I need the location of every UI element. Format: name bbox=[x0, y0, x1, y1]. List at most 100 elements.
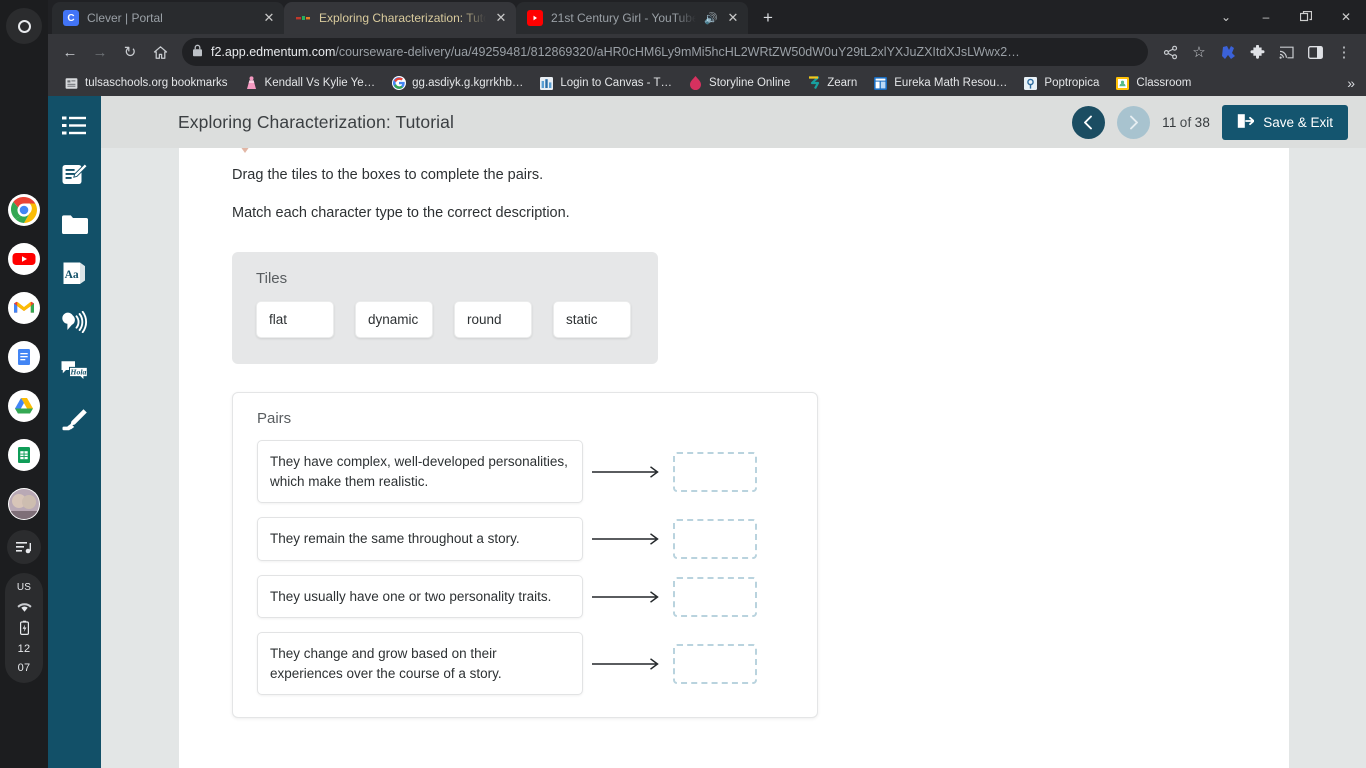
lesson-navigation: 11 of 38 Save & Exit bbox=[1072, 104, 1348, 140]
save-and-exit-label: Save & Exit bbox=[1263, 114, 1333, 130]
edmentum-tool-nav: Aa Hola bbox=[48, 96, 101, 768]
shelf-item-avatar[interactable] bbox=[8, 488, 40, 520]
tab-21st-century-girl-youtube[interactable]: 21st Century Girl - YouTube 🔊 ✕ bbox=[516, 2, 748, 34]
search-tabs-icon[interactable]: ⌄ bbox=[1206, 0, 1246, 34]
arrow-right-icon bbox=[583, 465, 673, 479]
bookmark-zearn[interactable]: Zearn bbox=[798, 73, 865, 94]
extension-icon[interactable] bbox=[1214, 38, 1242, 66]
current-page: 11 bbox=[1162, 114, 1177, 130]
address-bar[interactable]: f2.app.edmentum.com/courseware-delivery/… bbox=[182, 38, 1148, 66]
clock-hour: 12 bbox=[17, 643, 31, 655]
text-to-speech-icon[interactable] bbox=[61, 308, 89, 336]
avatar bbox=[9, 489, 39, 519]
bookmark-label: Zearn bbox=[827, 77, 858, 89]
shelf-item-youtube[interactable] bbox=[8, 243, 40, 275]
minimize-button[interactable]: – bbox=[1246, 0, 1286, 34]
status-tray[interactable]: US 12 07 bbox=[5, 573, 43, 683]
chevron-right-icon bbox=[1130, 115, 1139, 129]
tab-exploring-characterization[interactable]: Exploring Characterization: Tuto ✕ bbox=[284, 2, 516, 34]
bookmark-label: Storyline Online bbox=[709, 77, 791, 89]
translate-icon[interactable]: Hola bbox=[61, 357, 89, 385]
bookmark-star-icon[interactable]: ☆ bbox=[1185, 38, 1213, 66]
bookmark-label: Login to Canvas - T… bbox=[560, 77, 673, 89]
share-icon[interactable] bbox=[1156, 38, 1184, 66]
bookmark-label: Kendall Vs Kylie Ye… bbox=[264, 77, 376, 89]
page-counter: 11 of 38 bbox=[1162, 115, 1210, 130]
bookmark-classroom[interactable]: Classroom bbox=[1107, 73, 1199, 94]
shelf-item-chrome[interactable] bbox=[8, 194, 40, 226]
chrome-icon bbox=[11, 197, 37, 223]
pair-row: They remain the same throughout a story. bbox=[257, 517, 793, 561]
bookmark-eureka-math[interactable]: Eureka Math Resou… bbox=[865, 73, 1015, 94]
save-and-exit-button[interactable]: Save & Exit bbox=[1222, 104, 1348, 140]
tab-close-icon[interactable]: ✕ bbox=[262, 11, 276, 25]
previous-page-button[interactable] bbox=[1072, 105, 1106, 139]
media-controls-button[interactable] bbox=[7, 530, 41, 564]
flame-icon bbox=[688, 76, 703, 91]
home-button[interactable] bbox=[146, 38, 174, 66]
shelf-item-gmail[interactable] bbox=[8, 292, 40, 324]
notes-icon[interactable] bbox=[61, 161, 89, 189]
launcher-button[interactable] bbox=[6, 8, 42, 44]
bookmark-label: Eureka Math Resou… bbox=[894, 77, 1008, 89]
arrow-right-icon bbox=[583, 532, 673, 546]
outline-icon[interactable] bbox=[61, 112, 89, 140]
gmail-icon bbox=[9, 293, 39, 323]
tile-round[interactable]: round bbox=[454, 301, 532, 339]
tiles-panel: Tiles flat dynamic round static bbox=[232, 252, 658, 365]
bookmarks-overflow-button[interactable]: » bbox=[1342, 75, 1360, 91]
maximize-button[interactable] bbox=[1286, 0, 1326, 34]
pairs-panel: Pairs They have complex, well-developed … bbox=[232, 392, 818, 719]
tile-static[interactable]: static bbox=[553, 301, 631, 339]
back-button[interactable]: ← bbox=[56, 38, 84, 66]
pairs-panel-title: Pairs bbox=[257, 410, 292, 428]
close-window-button[interactable]: ✕ bbox=[1326, 0, 1366, 34]
edmentum-favicon bbox=[295, 10, 311, 26]
tile-dynamic[interactable]: dynamic bbox=[355, 301, 433, 339]
highlighter-icon[interactable] bbox=[61, 406, 89, 434]
google-sheets-icon bbox=[9, 440, 39, 470]
url-text: f2.app.edmentum.com/courseware-delivery/… bbox=[211, 45, 1020, 59]
reload-button[interactable]: ↻ bbox=[116, 38, 144, 66]
tab-close-icon[interactable]: ✕ bbox=[726, 11, 740, 25]
wifi-icon bbox=[16, 603, 32, 612]
tab-close-icon[interactable]: ✕ bbox=[494, 11, 508, 25]
bookmark-login-to-canvas[interactable]: Login to Canvas - T… bbox=[531, 73, 680, 94]
new-tab-button[interactable]: + bbox=[754, 4, 782, 32]
next-page-button[interactable] bbox=[1117, 105, 1151, 139]
puzzle-icon[interactable] bbox=[1243, 38, 1271, 66]
url-domain: f2.app.edmentum.com bbox=[211, 45, 336, 59]
pair-description: They remain the same throughout a story. bbox=[257, 517, 583, 561]
glossary-icon[interactable]: Aa bbox=[61, 259, 89, 287]
bookmark-label: tulsaschools.org bookmarks bbox=[85, 77, 228, 89]
folder-icon[interactable] bbox=[61, 210, 89, 238]
shelf-item-google-sheets[interactable] bbox=[8, 439, 40, 471]
bookmark-kendall-vs-kylie[interactable]: Kendall Vs Kylie Ye… bbox=[236, 73, 384, 94]
browser-menu-button[interactable]: ⋮ bbox=[1330, 38, 1358, 66]
bookmark-poptropica[interactable]: Poptropica bbox=[1015, 73, 1107, 94]
bookmark-gg-asdiyk[interactable]: gg.asdiyk.g.kgrrkhb… bbox=[383, 73, 531, 94]
pair-drop-target[interactable] bbox=[673, 643, 757, 684]
shelf-item-google-drive[interactable] bbox=[8, 390, 40, 422]
prompt-line-2: Match each character type to the correct… bbox=[232, 205, 570, 222]
tile-flat[interactable]: flat bbox=[256, 301, 334, 339]
tab-audio-icon[interactable]: 🔊 bbox=[704, 12, 718, 25]
pair-drop-target[interactable] bbox=[673, 518, 757, 559]
bookmark-storyline-online[interactable]: Storyline Online bbox=[680, 73, 798, 94]
bookmarks-bar: tulsaschools.org bookmarks Kendall Vs Ky… bbox=[48, 70, 1366, 96]
cast-icon[interactable] bbox=[1272, 38, 1300, 66]
youtube-favicon bbox=[527, 10, 543, 26]
lock-icon bbox=[192, 44, 203, 60]
google-drive-icon bbox=[9, 391, 39, 421]
side-panel-icon[interactable] bbox=[1301, 38, 1329, 66]
bookmark-tulsaschools[interactable]: tulsaschools.org bookmarks bbox=[56, 73, 236, 94]
toolbar-right-actions: ☆ ⋮ bbox=[1156, 38, 1358, 66]
pair-drop-target[interactable] bbox=[673, 576, 757, 617]
tab-clever-portal[interactable]: C Clever | Portal ✕ bbox=[52, 2, 284, 34]
google-g-icon bbox=[391, 76, 406, 91]
forward-button[interactable]: → bbox=[86, 38, 114, 66]
pair-drop-target[interactable] bbox=[673, 451, 757, 492]
tab-strip: C Clever | Portal ✕ Exploring Characteri… bbox=[48, 0, 1366, 34]
content-wrapper: Question Drag the tiles to the boxes to … bbox=[101, 96, 1366, 768]
shelf-item-google-docs[interactable] bbox=[8, 341, 40, 373]
